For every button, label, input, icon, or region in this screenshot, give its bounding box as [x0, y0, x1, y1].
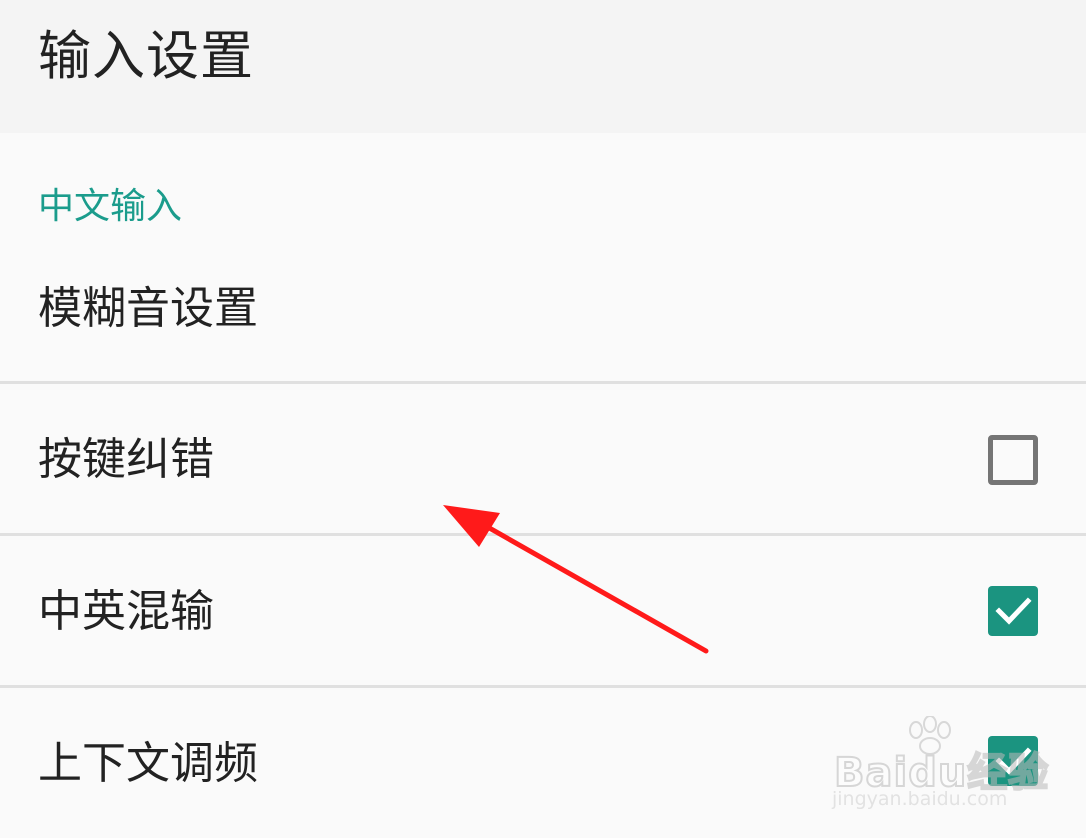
watermark-url: jingyan.baidu.com	[832, 788, 1008, 810]
watermark: Baidu经验 jingyan.baidu.com	[832, 716, 1049, 816]
annotation-arrow-icon	[443, 505, 709, 654]
